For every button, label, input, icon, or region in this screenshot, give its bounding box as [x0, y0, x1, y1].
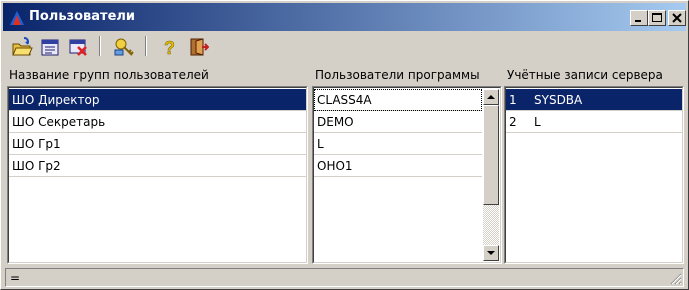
delete-record-icon: [69, 39, 87, 56]
list-item[interactable]: OHO1: [314, 155, 482, 177]
edit-list-icon: [41, 39, 59, 56]
exit-button[interactable]: [187, 36, 210, 58]
scroll-thumb[interactable]: [483, 105, 499, 205]
status-text: =: [10, 271, 21, 285]
arrow-down-icon: [487, 251, 495, 255]
group-name: ШО Директор: [12, 93, 100, 107]
resize-grip-icon[interactable]: [670, 273, 682, 285]
maximize-button[interactable]: [648, 10, 666, 26]
list-item[interactable]: DEMO: [314, 111, 482, 133]
minimize-icon: [635, 20, 641, 22]
exit-door-icon: [190, 38, 210, 56]
close-icon: [672, 13, 682, 23]
account-name: L: [534, 115, 541, 129]
users-window: Пользователи ? Название групп пользовате…: [0, 0, 689, 290]
program-user-name: L: [317, 137, 324, 151]
server-accounts-header: Учётные записи сервера: [507, 68, 663, 82]
toolbar: ?: [3, 32, 686, 60]
help-question-icon: ?: [164, 38, 176, 59]
key-users-button[interactable]: [113, 36, 135, 58]
list-item[interactable]: ШО Гр2: [9, 155, 306, 177]
title-bar[interactable]: Пользователи: [3, 3, 686, 31]
account-number: 2: [509, 115, 517, 129]
groups-header: Название групп пользователей: [9, 68, 209, 82]
list-item[interactable]: ШО Директор: [9, 89, 306, 111]
group-name: ШО Гр2: [12, 159, 61, 173]
edit-list-button[interactable]: [39, 36, 61, 58]
program-users-list[interactable]: CLASS4A DEMO L OHO1: [312, 86, 502, 264]
list-item[interactable]: CLASS4A: [314, 89, 482, 111]
program-users-header: Пользователи программы: [315, 68, 480, 82]
toolbar-separator: [145, 36, 147, 56]
window-title: Пользователи: [29, 9, 136, 24]
key-users-icon: [114, 38, 134, 56]
account-number: 1: [509, 93, 517, 107]
delete-record-button[interactable]: [67, 36, 89, 58]
scroll-up-button[interactable]: [483, 89, 499, 105]
list-item[interactable]: ШО Гр1: [9, 133, 306, 155]
open-folder-icon: [12, 37, 33, 56]
program-user-name: CLASS4A: [317, 93, 372, 107]
status-bar: =: [5, 268, 684, 287]
group-name: ШО Гр1: [12, 137, 61, 151]
help-button[interactable]: ?: [159, 36, 181, 59]
list-item[interactable]: L: [314, 133, 482, 155]
vertical-scrollbar[interactable]: [483, 89, 499, 261]
list-item[interactable]: 1 SYSDBA: [506, 89, 682, 111]
server-accounts-list[interactable]: 1 SYSDBA 2 L: [504, 86, 684, 264]
scroll-down-button[interactable]: [483, 245, 499, 261]
group-name: ШО Секретарь: [12, 115, 106, 129]
close-button[interactable]: [668, 10, 686, 26]
list-item[interactable]: 2 L: [506, 111, 682, 133]
minimize-button[interactable]: [630, 10, 648, 26]
open-folder-button[interactable]: [11, 36, 33, 58]
arrow-up-icon: [487, 95, 495, 99]
account-name: SYSDBA: [534, 93, 583, 107]
maximize-icon: [652, 13, 662, 22]
app-logo-icon: [10, 11, 24, 25]
svg-text:?: ?: [164, 38, 175, 58]
list-item[interactable]: ШО Секретарь: [9, 111, 306, 133]
groups-list[interactable]: ШО Директор ШО Секретарь ШО Гр1 ШО Гр2: [7, 86, 308, 264]
toolbar-separator: [99, 36, 101, 56]
program-user-name: DEMO: [317, 115, 354, 129]
program-user-name: OHO1: [317, 159, 353, 173]
